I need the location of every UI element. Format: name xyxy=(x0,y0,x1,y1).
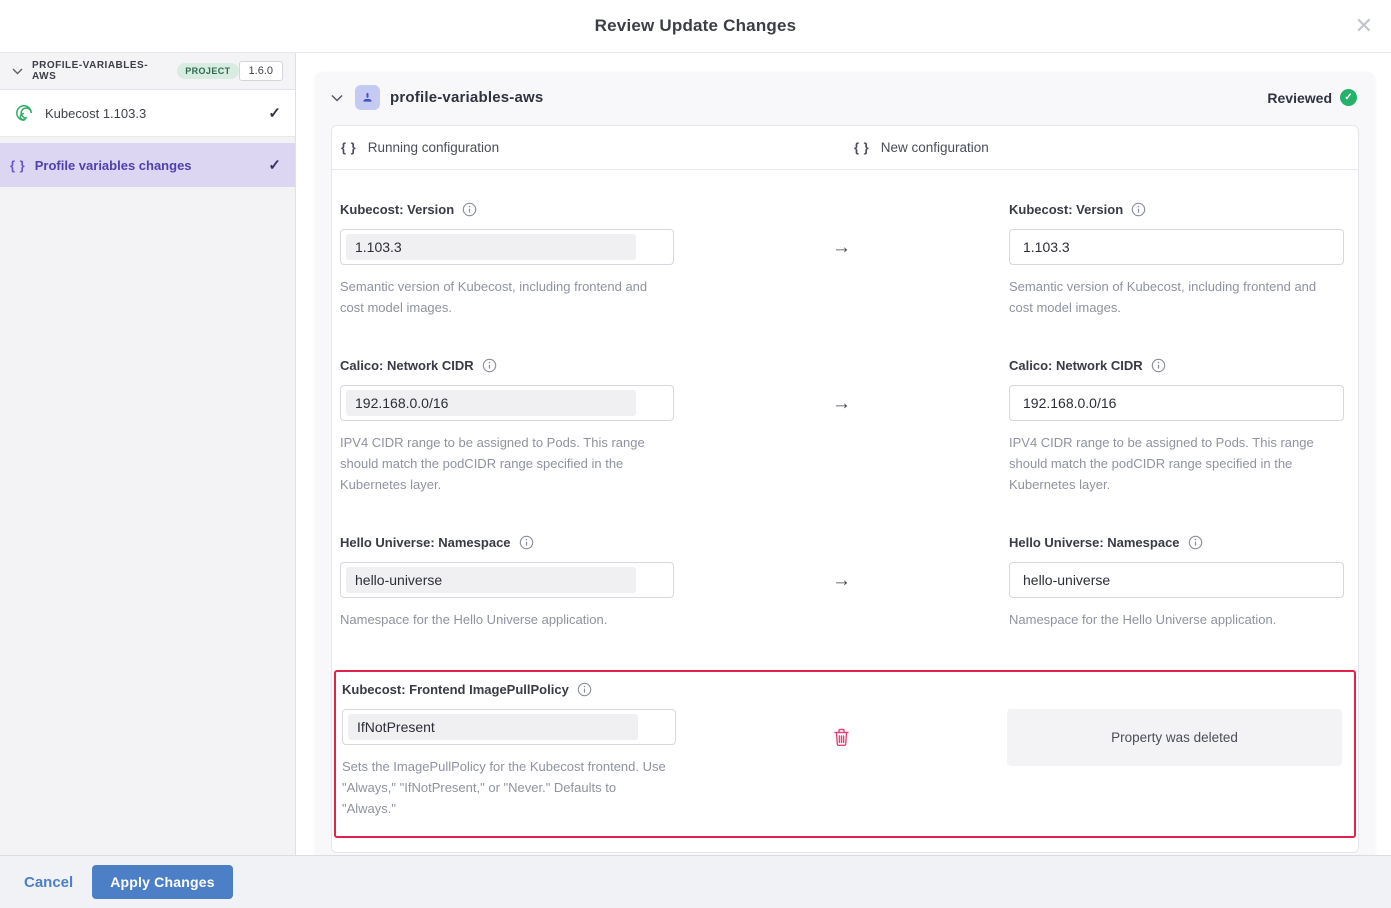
arrow-right-icon: → xyxy=(832,238,851,257)
new-value-input[interactable]: 192.168.0.0/16 xyxy=(1009,385,1344,421)
info-icon[interactable] xyxy=(1151,358,1166,373)
field-description: Sets the ImagePullPolicy for the Kubecos… xyxy=(342,756,672,819)
project-badge: PROJECT xyxy=(177,63,238,79)
info-icon[interactable] xyxy=(519,535,534,550)
field-description: IPV4 CIDR range to be assigned to Pods. … xyxy=(1009,432,1339,495)
close-icon[interactable]: ✕ xyxy=(1351,14,1377,38)
pack-icon xyxy=(355,85,380,110)
field-row-kubecost-frontend-imagepullpolicy: Kubecost: Frontend ImagePullPolicy IfNot… xyxy=(342,682,1342,819)
change-indicator: → xyxy=(674,358,1009,495)
check-icon: ✓ xyxy=(268,104,281,122)
field-row-kubecost-version: Kubecost: Version 1.103.3 Semantic versi… xyxy=(340,202,1344,318)
sidebar-item-label: Kubecost 1.103.3 xyxy=(45,106,146,121)
deleted-property-highlight: Kubecost: Frontend ImagePullPolicy IfNot… xyxy=(334,670,1356,838)
field-label: Calico: Network CIDR xyxy=(340,358,474,373)
new-field: Property was deleted xyxy=(1007,682,1342,819)
sidebar-item-label: Profile variables changes xyxy=(35,158,192,173)
field-description: IPV4 CIDR range to be assigned to Pods. … xyxy=(340,432,670,495)
new-configuration-header: { } New configuration xyxy=(845,126,1358,169)
running-value-input[interactable]: 192.168.0.0/16 xyxy=(340,385,674,421)
info-icon[interactable] xyxy=(1131,202,1146,217)
new-value-input[interactable]: hello-universe xyxy=(1009,562,1344,598)
main-content: profile-variables-aws Reviewed ✓ { } Run… xyxy=(296,53,1391,855)
running-field: Kubecost: Version 1.103.3 Semantic versi… xyxy=(340,202,674,318)
running-field: Hello Universe: Namespace hello-universe… xyxy=(340,535,674,630)
check-icon: ✓ xyxy=(268,156,281,174)
modal-footer: Cancel Apply Changes xyxy=(0,855,1391,908)
change-indicator: → xyxy=(674,202,1009,318)
running-field: Calico: Network CIDR 192.168.0.0/16 IPV4… xyxy=(340,358,674,495)
new-field: Hello Universe: Namespace hello-universe… xyxy=(1009,535,1344,630)
running-value-input[interactable]: 1.103.3 xyxy=(340,229,674,265)
review-update-changes-modal: Review Update Changes ✕ PROFILE-VARIABLE… xyxy=(0,0,1391,908)
braces-icon: { } xyxy=(10,158,26,173)
field-label: Kubecost: Version xyxy=(340,202,454,217)
new-field: Calico: Network CIDR 192.168.0.0/16 IPV4… xyxy=(1009,358,1344,495)
field-row-hello-universe-namespace: Hello Universe: Namespace hello-universe… xyxy=(340,535,1344,630)
running-value-input[interactable]: IfNotPresent xyxy=(342,709,676,745)
profile-section-card: profile-variables-aws Reviewed ✓ { } Run… xyxy=(315,72,1375,855)
field-label: Hello Universe: Namespace xyxy=(1009,535,1180,550)
running-field: Kubecost: Frontend ImagePullPolicy IfNot… xyxy=(342,682,676,819)
info-icon[interactable] xyxy=(1188,535,1203,550)
review-status: Reviewed ✓ xyxy=(1267,89,1357,106)
profile-section-header[interactable]: profile-variables-aws Reviewed ✓ xyxy=(315,72,1375,122)
profile-sidebar: PROFILE-VARIABLES-AWS PROJECT 1.6.0 Kube… xyxy=(0,53,296,855)
profile-name: PROFILE-VARIABLES-AWS xyxy=(32,60,170,82)
trash-icon[interactable] xyxy=(833,728,850,747)
kubecost-logo-icon xyxy=(14,103,34,123)
braces-icon: { } xyxy=(341,140,357,155)
field-description: Namespace for the Hello Universe applica… xyxy=(1009,609,1339,630)
column-label: New configuration xyxy=(881,140,989,155)
modal-header: Review Update Changes ✕ xyxy=(0,0,1391,53)
profile-version-select[interactable]: 1.6.0 xyxy=(239,61,283,81)
sidebar-item-kubecost[interactable]: Kubecost 1.103.3 ✓ xyxy=(0,90,295,137)
field-label: Hello Universe: Namespace xyxy=(340,535,511,550)
change-indicator xyxy=(676,682,1007,819)
change-indicator: → xyxy=(674,535,1009,630)
column-label: Running configuration xyxy=(368,140,499,155)
cancel-button[interactable]: Cancel xyxy=(20,868,77,897)
running-value-input[interactable]: hello-universe xyxy=(340,562,674,598)
info-icon[interactable] xyxy=(482,358,497,373)
sidebar-item-profile-variables-changes[interactable]: { } Profile variables changes ✓ xyxy=(0,143,295,187)
field-row-calico-network-cidr: Calico: Network CIDR 192.168.0.0/16 IPV4… xyxy=(340,358,1344,495)
info-icon[interactable] xyxy=(577,682,592,697)
info-icon[interactable] xyxy=(462,202,477,217)
reviewed-label: Reviewed xyxy=(1267,90,1332,106)
field-description: Namespace for the Hello Universe applica… xyxy=(340,609,670,630)
braces-icon: { } xyxy=(854,140,870,155)
sidebar-profile-header[interactable]: PROFILE-VARIABLES-AWS PROJECT 1.6.0 xyxy=(0,53,295,90)
configuration-diff-panel: { } Running configuration { } New config… xyxy=(331,125,1359,853)
field-description: Semantic version of Kubecost, including … xyxy=(1009,276,1339,318)
field-description: Semantic version of Kubecost, including … xyxy=(340,276,670,318)
profile-section-title: profile-variables-aws xyxy=(390,89,543,106)
new-field: Kubecost: Version 1.103.3 Semantic versi… xyxy=(1009,202,1344,318)
apply-changes-button[interactable]: Apply Changes xyxy=(92,865,233,899)
arrow-right-icon: → xyxy=(832,571,851,590)
fields-list: Kubecost: Version 1.103.3 Semantic versi… xyxy=(332,170,1358,852)
configuration-column-headers: { } Running configuration { } New config… xyxy=(332,126,1358,170)
field-label: Kubecost: Version xyxy=(1009,202,1123,217)
new-value-input[interactable]: 1.103.3 xyxy=(1009,229,1344,265)
arrow-right-icon: → xyxy=(832,394,851,413)
field-label: Calico: Network CIDR xyxy=(1009,358,1143,373)
property-deleted-message: Property was deleted xyxy=(1007,709,1342,766)
chevron-down-icon[interactable] xyxy=(331,94,343,102)
field-label: Kubecost: Frontend ImagePullPolicy xyxy=(342,682,569,697)
chevron-down-icon[interactable] xyxy=(12,68,23,75)
modal-title: Review Update Changes xyxy=(595,16,797,36)
running-configuration-header: { } Running configuration xyxy=(332,126,845,169)
reviewed-check-icon: ✓ xyxy=(1340,89,1357,106)
